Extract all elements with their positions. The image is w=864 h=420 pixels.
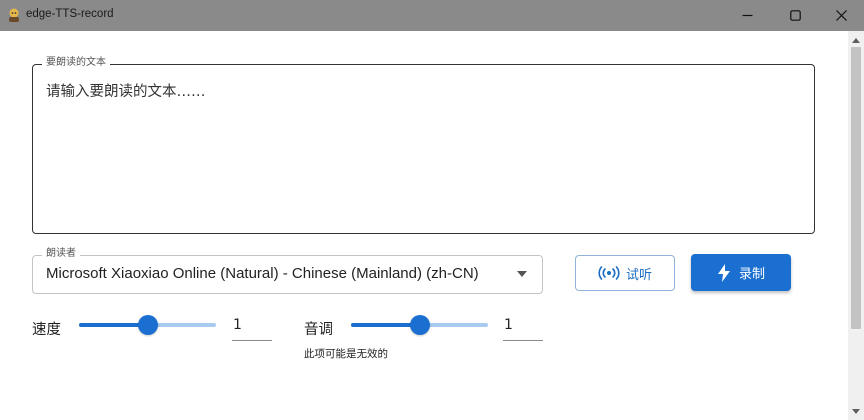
record-button-label: 录制 <box>738 267 765 282</box>
scroll-down-button[interactable] <box>848 404 864 418</box>
speed-value-input[interactable]: 1 <box>232 315 272 341</box>
dropdown-arrow-icon[interactable] <box>517 271 527 277</box>
close-icon <box>835 10 847 21</box>
speed-slider[interactable] <box>79 315 216 335</box>
pitch-hint: 此项可能是无效的 <box>304 348 388 360</box>
close-button[interactable] <box>818 0 864 31</box>
text-input-legend: 要朗读的文本 <box>42 57 110 69</box>
text-input-placeholder[interactable]: 请输入要朗读的文本…… <box>46 83 206 101</box>
listen-button[interactable]: 试听 <box>575 255 675 291</box>
window-title: edge-TTS-record <box>26 8 114 20</box>
listen-button-label: 试听 <box>625 267 652 283</box>
scroll-up-button[interactable] <box>848 33 864 47</box>
scroll-thumb[interactable] <box>851 47 861 329</box>
lightning-icon <box>717 263 730 282</box>
broadcast-icon <box>598 266 620 280</box>
scroll-down-icon <box>852 408 860 414</box>
app-icon <box>9 8 19 22</box>
reader-legend: 朗读者 <box>42 248 80 260</box>
record-button[interactable]: 录制 <box>691 254 791 291</box>
scroll-up-icon <box>852 37 860 43</box>
pitch-slider-thumb[interactable] <box>409 315 430 335</box>
minimize-button[interactable] <box>724 0 770 31</box>
pitch-slider[interactable] <box>351 315 488 335</box>
maximize-icon <box>789 10 801 21</box>
speed-label: 速度 <box>32 322 61 338</box>
pitch-value-input[interactable]: 1 <box>503 315 543 341</box>
speed-slider-thumb[interactable] <box>137 315 158 335</box>
minimize-icon <box>742 14 752 17</box>
reader-selected-value[interactable]: Microsoft Xiaoxiao Online (Natural) - Ch… <box>46 265 508 282</box>
vertical-scrollbar[interactable] <box>848 31 864 420</box>
pitch-label: 音调 <box>304 322 333 338</box>
title-bar: edge-TTS-record <box>0 0 864 31</box>
maximize-button[interactable] <box>772 0 818 31</box>
